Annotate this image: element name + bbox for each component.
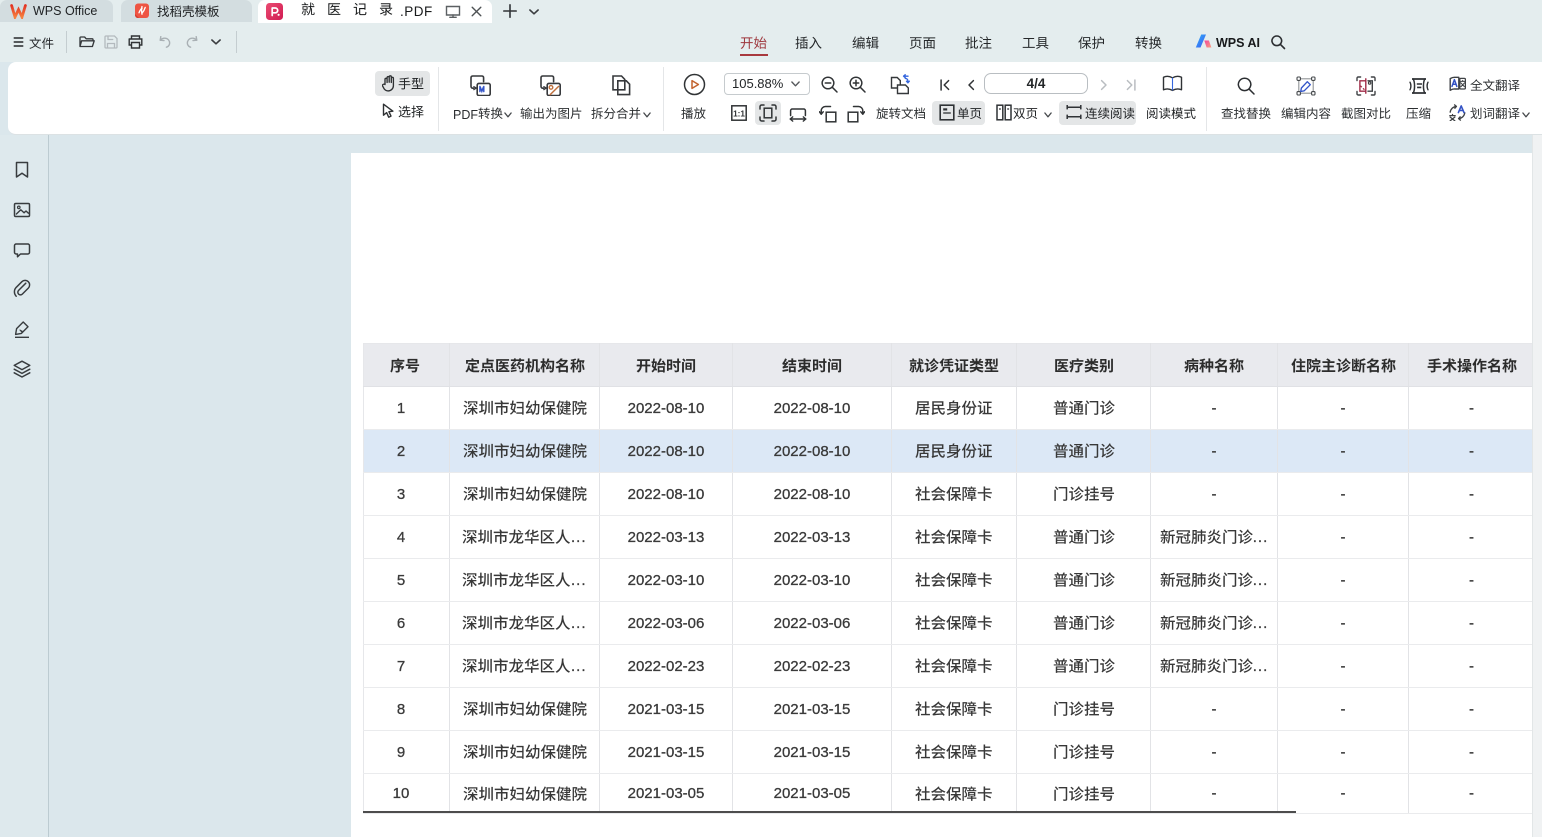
svg-text:1:1: 1:1 [733, 109, 745, 118]
